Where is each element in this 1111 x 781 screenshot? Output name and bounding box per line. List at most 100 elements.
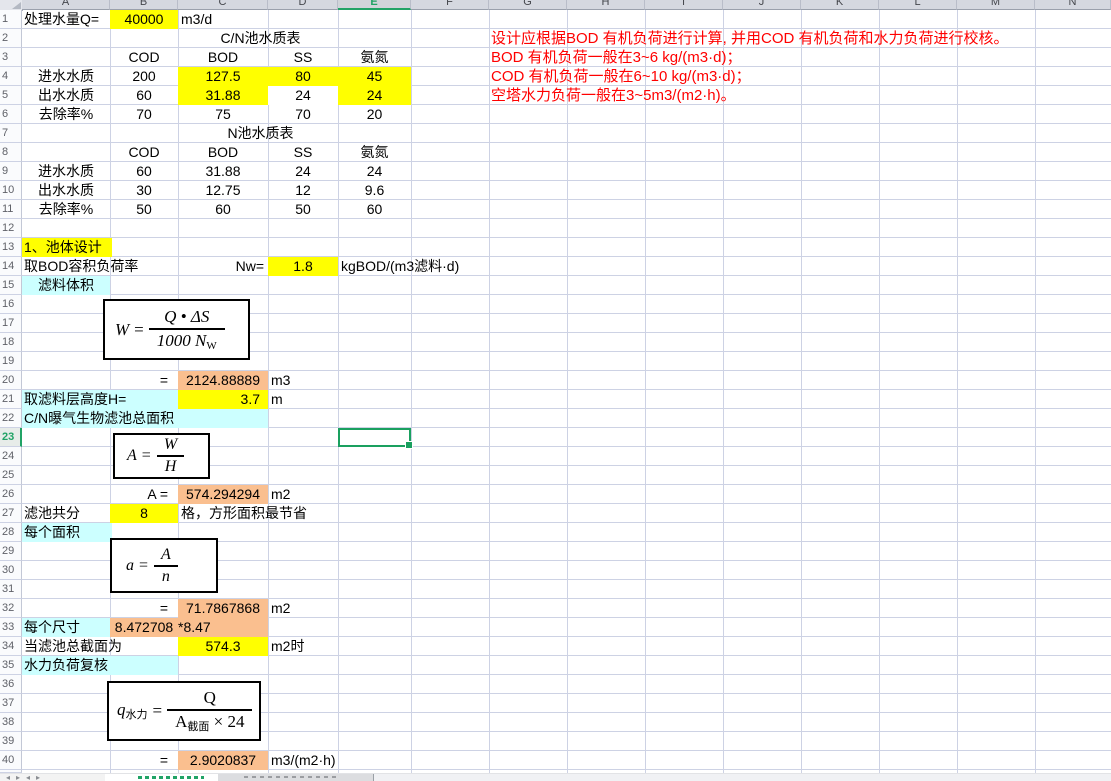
- selected-cell-e23[interactable]: [338, 428, 413, 449]
- section-area-unit[interactable]: m2时: [271, 637, 304, 656]
- table-n-header-cod[interactable]: COD: [110, 143, 178, 162]
- row-header-19[interactable]: 19: [0, 352, 22, 371]
- row-header-26[interactable]: 26: [0, 485, 22, 504]
- column-header-n[interactable]: N: [1035, 0, 1111, 10]
- a-result[interactable]: 574.294294: [178, 485, 268, 504]
- w-unit[interactable]: m3: [271, 371, 290, 390]
- table-cn-cell[interactable]: 70: [110, 105, 178, 124]
- table-cn-row-label[interactable]: 出水水质: [22, 86, 110, 105]
- table-cn-cell[interactable]: 75: [178, 105, 268, 124]
- table-n-cell[interactable]: 60: [338, 200, 411, 219]
- cell-c1-q-unit[interactable]: m3/d: [181, 10, 261, 29]
- row-header-32[interactable]: 32: [0, 599, 22, 618]
- cells-label[interactable]: 滤池共分: [24, 504, 80, 523]
- table-cn-cell[interactable]: 127.5: [178, 67, 268, 86]
- table-cn-cell[interactable]: 70: [268, 105, 338, 124]
- column-header-e[interactable]: E: [338, 0, 411, 10]
- table-cn-title[interactable]: C/N池水质表: [110, 29, 411, 48]
- size-value2[interactable]: *8.47: [178, 618, 211, 637]
- table-n-cell[interactable]: 12: [268, 181, 338, 200]
- cells-tail[interactable]: 格，方形面积最节省: [181, 504, 307, 523]
- formula-a-box[interactable]: A = W H: [113, 433, 210, 479]
- column-header-l[interactable]: L: [879, 0, 957, 10]
- q-unit[interactable]: m3/(m2·h): [271, 751, 336, 770]
- check-label[interactable]: 水力负荷复核: [24, 656, 108, 675]
- row-header-30[interactable]: 30: [0, 561, 22, 580]
- column-header-g[interactable]: G: [489, 0, 567, 10]
- section-area-value[interactable]: 574.3: [178, 637, 268, 656]
- section-title[interactable]: 1、池体设计: [22, 238, 112, 257]
- row-header-14[interactable]: 14: [0, 257, 22, 276]
- table-n-header-bod[interactable]: BOD: [178, 143, 268, 162]
- formula-q-box[interactable]: q水力 = Q A截面 × 24: [107, 681, 261, 741]
- note-line4[interactable]: 空塔水力负荷一般在3~5m3/(m2·h)。: [491, 86, 736, 105]
- row-header-9[interactable]: 9: [0, 162, 22, 181]
- sheet-tab-active[interactable]: [105, 774, 218, 781]
- row-header-38[interactable]: 38: [0, 713, 22, 732]
- cell-b1-q-value[interactable]: 40000: [110, 10, 178, 29]
- row-header-20[interactable]: 20: [0, 371, 22, 390]
- h-value[interactable]: 3.7: [178, 390, 268, 409]
- table-n-cell[interactable]: 30: [110, 181, 178, 200]
- ea-unit[interactable]: m2: [271, 599, 290, 618]
- table-n-title[interactable]: N池水质表: [110, 124, 411, 143]
- row-header-15[interactable]: 15: [0, 276, 22, 295]
- row-header-33[interactable]: 33: [0, 618, 22, 637]
- row-header-10[interactable]: 10: [0, 181, 22, 200]
- section-area-label[interactable]: 当滤池总截面为: [24, 637, 122, 656]
- table-cn-header-bod[interactable]: BOD: [178, 48, 268, 67]
- table-cn-row-label[interactable]: 进水水质: [22, 67, 110, 86]
- column-header-b[interactable]: B: [110, 0, 178, 10]
- table-n-cell[interactable]: 50: [268, 200, 338, 219]
- row-header-6[interactable]: 6: [0, 105, 22, 124]
- column-header-j[interactable]: J: [723, 0, 801, 10]
- formula-each-box[interactable]: a = A n: [110, 538, 218, 593]
- nw-symbol[interactable]: Nw=: [178, 257, 264, 276]
- table-n-header-ss[interactable]: SS: [268, 143, 338, 162]
- column-header-m[interactable]: M: [957, 0, 1035, 10]
- table-cn-header-nh[interactable]: 氨氮: [338, 48, 411, 67]
- formula-w-box[interactable]: W = Q • ΔS 1000 NW: [103, 299, 250, 360]
- row-header-22[interactable]: 22: [0, 409, 22, 428]
- row-header-17[interactable]: 17: [0, 314, 22, 333]
- row-header-36[interactable]: 36: [0, 675, 22, 694]
- row-header-7[interactable]: 7: [0, 124, 22, 143]
- table-cn-header-ss[interactable]: SS: [268, 48, 338, 67]
- q-result[interactable]: 2.9020837: [178, 751, 268, 770]
- table-n-cell[interactable]: 9.6: [338, 181, 411, 200]
- h-unit[interactable]: m: [271, 390, 283, 409]
- note-line3[interactable]: COD 有机负荷一般在6~10 kg/(m3·d)；: [491, 67, 751, 86]
- row-header-2[interactable]: 2: [0, 29, 22, 48]
- row-header-24[interactable]: 24: [0, 447, 22, 466]
- table-n-row-label[interactable]: 进水水质: [22, 162, 110, 181]
- row-header-27[interactable]: 27: [0, 504, 22, 523]
- row-header-21[interactable]: 21: [0, 390, 22, 409]
- row-header-1[interactable]: 1: [0, 10, 22, 29]
- table-n-cell[interactable]: 12.75: [178, 181, 268, 200]
- table-cn-row-label[interactable]: 去除率%: [22, 105, 110, 124]
- note-line1[interactable]: 设计应根据BOD 有机负荷进行计算, 并用COD 有机负荷和水力负荷进行校核。: [491, 29, 1009, 48]
- w-equals[interactable]: =: [110, 371, 168, 390]
- column-header-k[interactable]: K: [801, 0, 879, 10]
- size-label[interactable]: 每个尺寸: [22, 618, 112, 637]
- row-header-25[interactable]: 25: [0, 466, 22, 485]
- column-header-a[interactable]: A: [22, 0, 110, 10]
- row-header-16[interactable]: 16: [0, 295, 22, 314]
- row-header-12[interactable]: 12: [0, 219, 22, 238]
- table-n-cell[interactable]: 24: [338, 162, 411, 181]
- a-unit[interactable]: m2: [271, 485, 290, 504]
- table-cn-cell[interactable]: 60: [110, 86, 178, 105]
- row-header-40[interactable]: 40: [0, 751, 22, 770]
- row-header-5[interactable]: 5: [0, 86, 22, 105]
- row-header-31[interactable]: 31: [0, 580, 22, 599]
- table-cn-cell[interactable]: 24: [268, 86, 338, 105]
- row-header-3[interactable]: 3: [0, 48, 22, 67]
- table-n-cell[interactable]: 31.88: [178, 162, 268, 181]
- q-equals[interactable]: =: [110, 751, 168, 770]
- h-label[interactable]: 取滤料层高度H=: [24, 390, 126, 409]
- row-header-4[interactable]: 4: [0, 67, 22, 86]
- row-header-35[interactable]: 35: [0, 656, 22, 675]
- column-header-h[interactable]: H: [567, 0, 645, 10]
- row-header-39[interactable]: 39: [0, 732, 22, 751]
- row-header-11[interactable]: 11: [0, 200, 22, 219]
